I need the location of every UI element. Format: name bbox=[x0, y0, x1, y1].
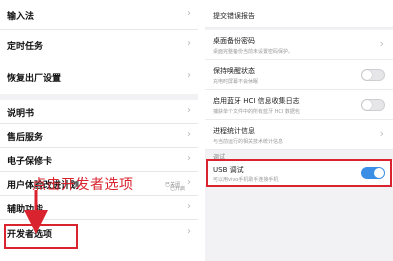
bt-hci-log-row[interactable]: 启用蓝牙 HCI 信息收集日志 捕获单个文件中的所有蓝牙 HCI 数据包 bbox=[205, 90, 393, 120]
chevron-right-icon: › bbox=[379, 37, 384, 50]
stay-awake-row[interactable]: 保持唤醒状态 充电时屏幕不会休眠 bbox=[205, 60, 393, 90]
toggle-knob bbox=[362, 100, 372, 110]
row-title: 启用蓝牙 HCI 信息收集日志 bbox=[213, 97, 300, 105]
toggle-knob bbox=[362, 70, 372, 80]
blank-area bbox=[205, 188, 393, 261]
row-title: 桌面备份密码 bbox=[213, 37, 255, 45]
process-stats-row[interactable]: 进程统计信息 与当前运行的相关技术统计信息 › bbox=[205, 120, 393, 150]
bt-hci-log-toggle[interactable] bbox=[361, 99, 385, 111]
stay-awake-toggle[interactable] bbox=[361, 69, 385, 81]
row-subtitle: 捕获单个文件中的所有蓝牙 HCI 数据包 bbox=[213, 109, 300, 115]
chevron-right-icon: › bbox=[379, 127, 384, 140]
submit-bug-report-row[interactable]: 提交错误报告 bbox=[205, 0, 393, 28]
row-subtitle: 充电时屏幕不会休眠 bbox=[213, 79, 259, 85]
usb-debugging-highlight bbox=[206, 159, 392, 187]
row-subtitle: 与当前运行的相关技术统计信息 bbox=[213, 139, 284, 145]
row-subtitle: 桌面完整备份当前未设置密码保护。 bbox=[213, 49, 294, 55]
desktop-backup-password-row[interactable]: 桌面备份密码 桌面完整备份当前未设置密码保护。 › bbox=[205, 30, 393, 60]
row-title: 提交错误报告 bbox=[213, 12, 255, 20]
developer-options-panel: 提交错误报告 桌面备份密码 桌面完整备份当前未设置密码保护。 › 保持唤醒状态 … bbox=[205, 0, 393, 261]
row-title: 进程统计信息 bbox=[213, 127, 255, 135]
row-title: 保持唤醒状态 bbox=[213, 67, 255, 75]
